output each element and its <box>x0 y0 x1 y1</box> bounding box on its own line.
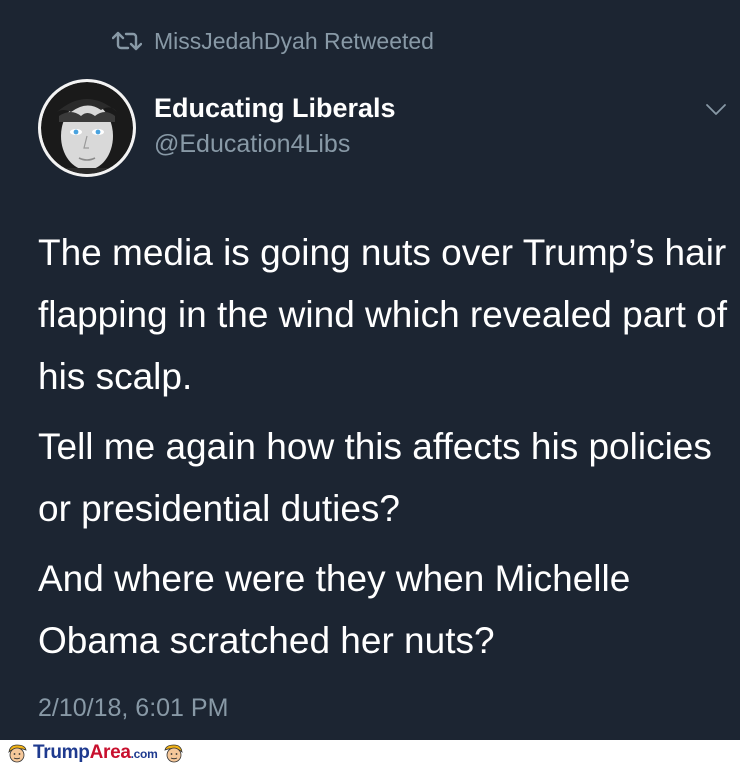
watermark-brand: TrumpArea.com <box>33 741 158 764</box>
retweet-icon <box>112 31 142 51</box>
author-handle[interactable]: @Education4Libs <box>154 130 350 159</box>
avatar-image <box>41 82 133 174</box>
watermark-logo: TrumpArea.com <box>6 740 185 765</box>
retweet-context[interactable]: MissJedahDyah Retweeted <box>112 26 434 56</box>
brand-part-2: Area <box>89 741 131 763</box>
retweet-label[interactable]: MissJedahDyah Retweeted <box>154 28 434 55</box>
brand-part-3: .com <box>130 746 158 761</box>
chevron-down-icon[interactable] <box>704 100 728 120</box>
author-name[interactable]: Educating Liberals <box>154 93 396 124</box>
trump-face-icon <box>164 744 184 762</box>
tweet-paragraph: Tell me again how this affects his polic… <box>38 426 712 529</box>
tweet-paragraph: And where were they when Michelle Obama … <box>38 558 631 661</box>
trump-face-icon <box>8 744 27 762</box>
watermark-bar: TrumpArea.com <box>0 740 740 765</box>
avatar[interactable] <box>38 79 136 177</box>
tweet-card[interactable]: MissJedahDyah Retweeted Educating Libera… <box>0 0 740 740</box>
tweet-text: The media is going nuts over Trump’s hai… <box>38 222 728 672</box>
brand-part-1: Trump <box>33 741 90 763</box>
tweet-timestamp[interactable]: 2/10/18, 6:01 PM <box>38 694 228 723</box>
tweet-paragraph: The media is going nuts over Trump’s hai… <box>38 232 728 397</box>
